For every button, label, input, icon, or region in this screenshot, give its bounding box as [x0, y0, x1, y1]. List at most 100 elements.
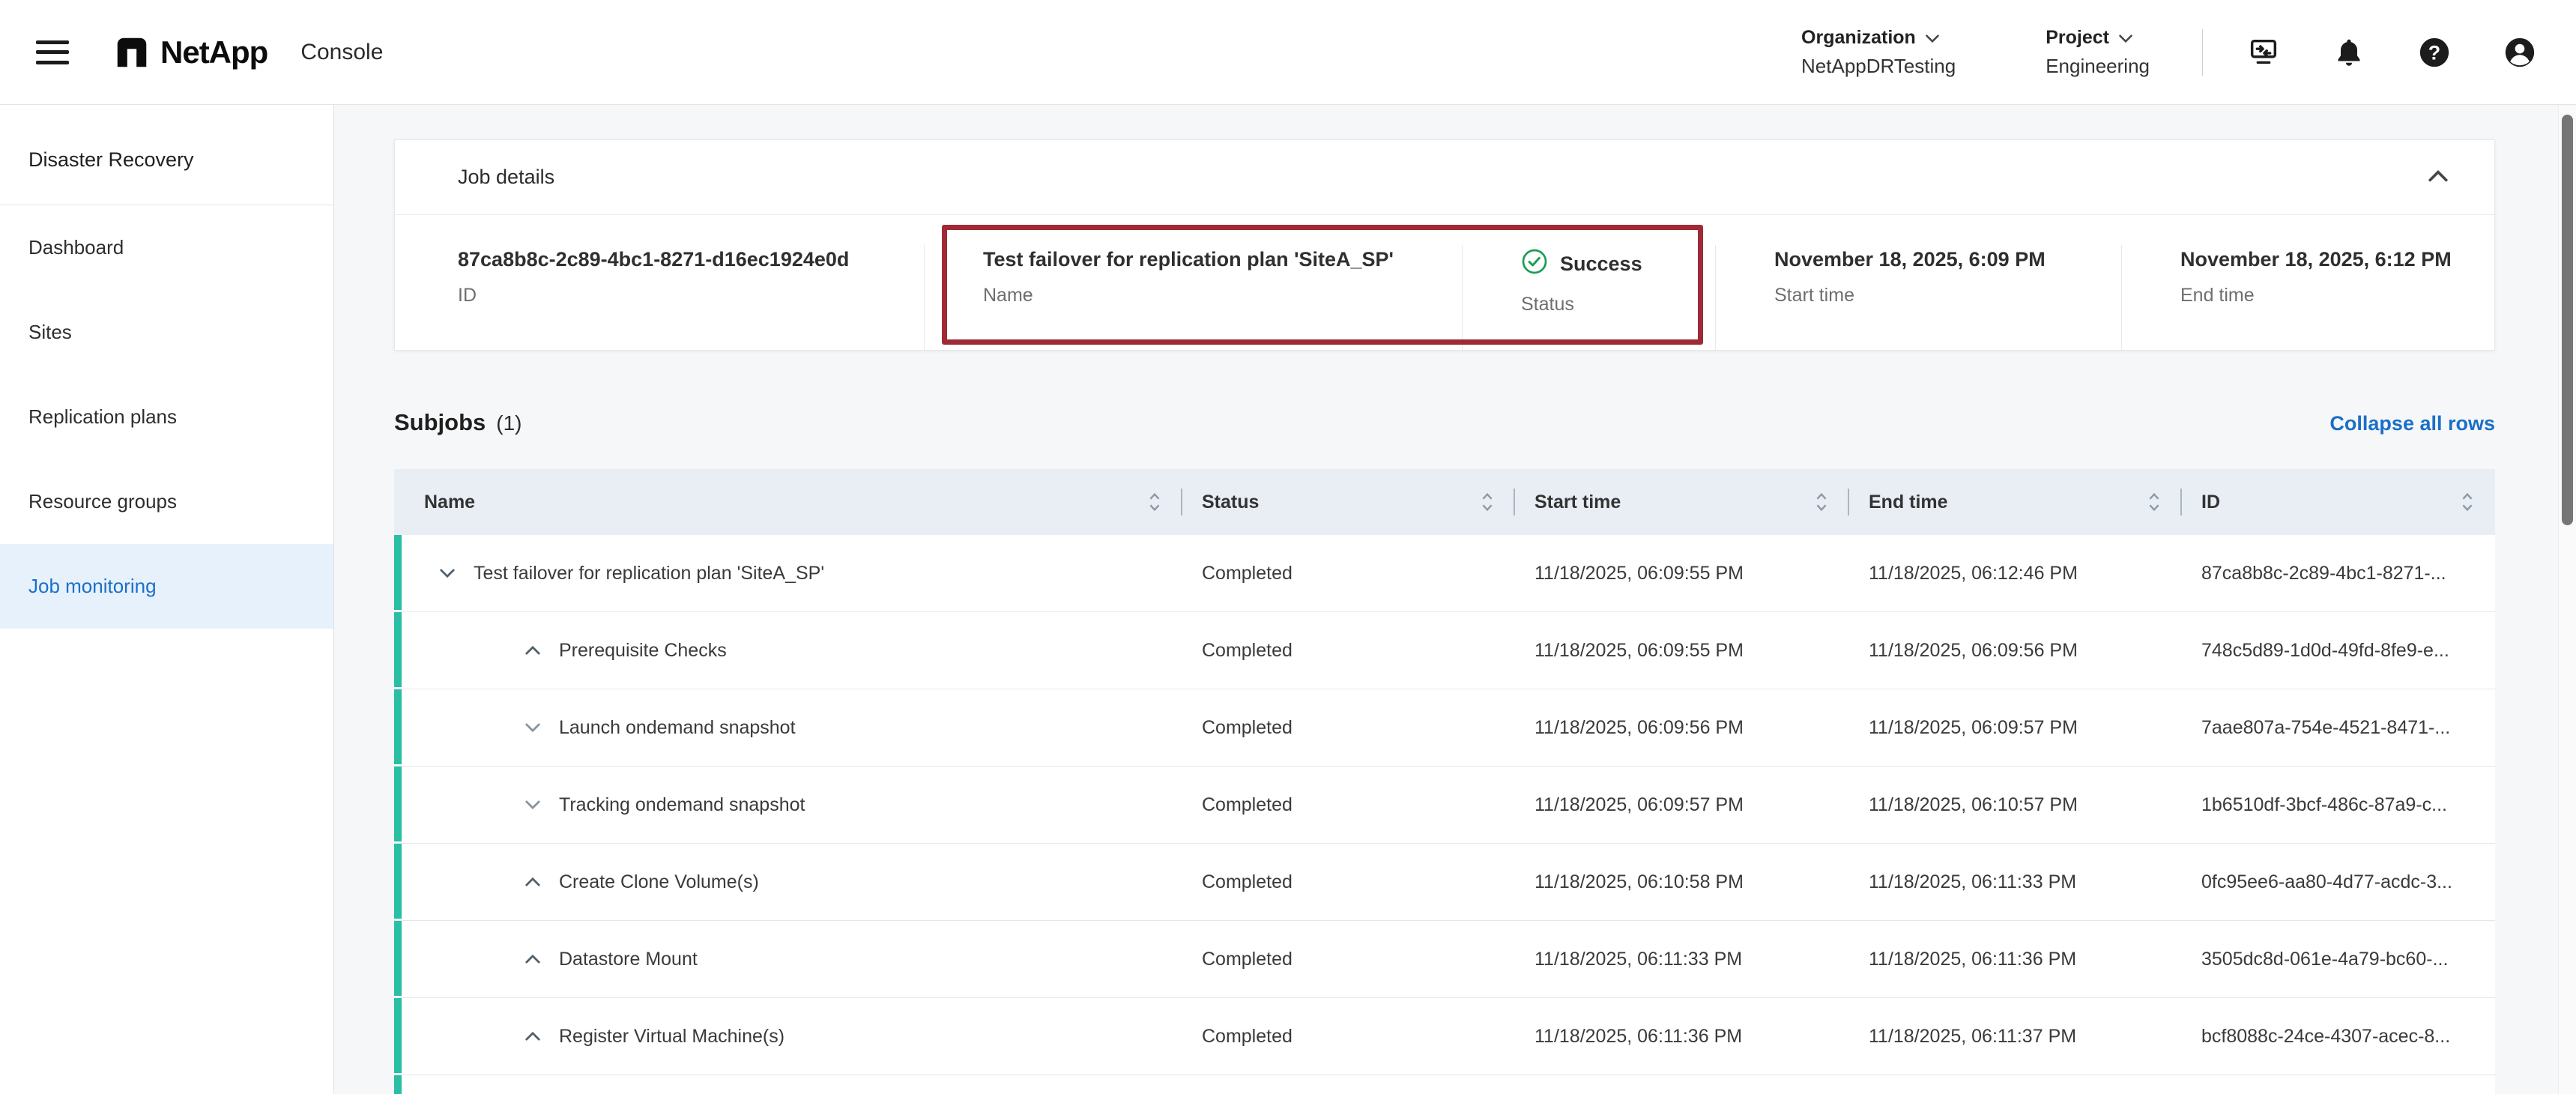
subjob-start-time: 11/18/2025, 06:09:55 PM: [1515, 535, 1849, 611]
console-connector-icon[interactable]: [2246, 35, 2281, 70]
sort-icon[interactable]: [2459, 489, 2476, 516]
expand-chevron-icon[interactable]: [520, 795, 545, 815]
project-value: Engineering: [2046, 55, 2150, 78]
job-id-value: 87ca8b8c-2c89-4bc1-8271-d16ec1924e0d: [458, 248, 901, 271]
subjob-status: Completed: [1182, 767, 1515, 843]
subjob-name: Register Virtual Machine(s): [559, 1026, 784, 1048]
field-end-time: November 18, 2025, 6:12 PM End time: [2121, 245, 2494, 350]
expand-chevron-icon[interactable]: [520, 1027, 545, 1046]
header-divider: [2202, 29, 2203, 76]
subjob-id: 7aae807a-754e-4521-8471-...: [2182, 689, 2495, 766]
table-row[interactable]: Datastore Mount Completed 11/18/2025, 06…: [394, 921, 2495, 998]
subjob-start-time: 11/18/2025, 06:09:57 PM: [1515, 767, 1849, 843]
column-label: End time: [1869, 492, 1948, 513]
field-name: Test failover for replication plan 'Site…: [924, 245, 1462, 350]
column-header-status[interactable]: Status: [1182, 469, 1515, 535]
sort-icon[interactable]: [1813, 489, 1830, 516]
organization-switcher[interactable]: Organization NetAppDRTesting: [1801, 27, 1956, 78]
column-label: Status: [1202, 492, 1259, 513]
job-end-label: End time: [2180, 285, 2472, 306]
table-row[interactable]: Create Clone Volume(s) Completed 11/18/2…: [394, 844, 2495, 921]
job-status-value: Success: [1560, 253, 1642, 276]
subjobs-title: Subjobs: [394, 409, 486, 436]
job-start-value: November 18, 2025, 6:09 PM: [1774, 248, 2099, 271]
table-row[interactable]: Prerequisite Checks Completed 11/18/2025…: [394, 612, 2495, 689]
subjob-id: 0fc95ee6-aa80-4d77-acdc-3...: [2182, 844, 2495, 920]
netapp-mark-icon: [115, 36, 148, 69]
notifications-bell-icon[interactable]: [2332, 35, 2366, 70]
subjob-id: 1b6510df-3bcf-486c-87a9-c...: [2182, 767, 2495, 843]
column-label: Start time: [1535, 492, 1621, 513]
column-header-start-time[interactable]: Start time: [1515, 469, 1849, 535]
sort-icon[interactable]: [1479, 489, 1496, 516]
sidebar-item-label: Job monitoring: [28, 575, 157, 598]
sidebar-item-replication-plans[interactable]: Replication plans: [0, 375, 333, 459]
subjob-status: Completed: [1182, 844, 1515, 920]
help-icon[interactable]: ?: [2417, 35, 2452, 70]
expand-chevron-icon[interactable]: [520, 641, 545, 660]
job-details-title: Job details: [458, 166, 554, 189]
collapse-all-rows-link[interactable]: Collapse all rows: [2329, 412, 2495, 435]
job-id-label: ID: [458, 285, 901, 306]
sort-icon[interactable]: [2146, 489, 2162, 516]
subjob-name: Tracking ondemand snapshot: [559, 794, 805, 816]
subjob-id: 87ca8b8c-2c89-4bc1-8271-...: [2182, 535, 2495, 611]
field-status: Success Status: [1462, 245, 1715, 350]
sidebar-item-label: Dashboard: [28, 236, 124, 259]
expand-chevron-icon[interactable]: [520, 718, 545, 737]
sidebar-title: Disaster Recovery: [0, 105, 333, 205]
column-header-name[interactable]: Name: [394, 469, 1182, 535]
expand-chevron-icon[interactable]: [520, 949, 545, 969]
subjob-start-time: 11/18/2025, 06:09:55 PM: [1515, 612, 1849, 689]
menu-icon[interactable]: [36, 40, 69, 64]
subjob-status: Completed: [1182, 535, 1515, 611]
table-row[interactable]: Register Virtual Machine(s) Completed 11…: [394, 998, 2495, 1075]
subjob-start-time: 11/18/2025, 06:11:33 PM: [1515, 921, 1849, 997]
subjob-end-time: 11/18/2025, 06:11:37 PM: [1849, 998, 2182, 1075]
sort-icon[interactable]: [1146, 489, 1163, 516]
subjob-status: Completed: [1182, 689, 1515, 766]
project-switcher[interactable]: Project Engineering: [2046, 27, 2150, 78]
subjob-start-time: 11/18/2025, 06:10:58 PM: [1515, 844, 1849, 920]
organization-label: Organization: [1801, 27, 1916, 49]
job-name-label: Name: [983, 285, 1439, 306]
sidebar-item-sites[interactable]: Sites: [0, 290, 333, 375]
sidebar-item-label: Replication plans: [28, 405, 177, 429]
sidebar-item-label: Resource groups: [28, 490, 177, 513]
subjob-end-time: 11/18/2025, 06:10:57 PM: [1849, 767, 2182, 843]
column-label: ID: [2201, 492, 2220, 513]
column-header-end-time[interactable]: End time: [1849, 469, 2182, 535]
subjob-id: 3505dc8d-061e-4a79-bc60-...: [2182, 921, 2495, 997]
table-row[interactable]: Tracking ondemand snapshot Completed 11/…: [394, 767, 2495, 844]
subjob-end-time: 11/18/2025, 06:09:56 PM: [1849, 612, 2182, 689]
expand-chevron-icon[interactable]: [435, 563, 460, 583]
subjobs-count: (1): [496, 411, 521, 435]
subjob-id: bcf8088c-24ce-4307-acec-8...: [2182, 998, 2495, 1075]
job-name-value: Test failover for replication plan 'Site…: [983, 248, 1439, 271]
main-content: Job details 87ca8b8c-2c89-4bc1-8271-d16e…: [334, 105, 2576, 1094]
netapp-logo: NetApp: [115, 34, 267, 70]
account-icon[interactable]: [2503, 35, 2537, 70]
collapse-panel-chevron-up-icon[interactable]: [2421, 163, 2455, 191]
table-row[interactable]: Test failover for replication plan 'Site…: [394, 535, 2495, 612]
field-start-time: November 18, 2025, 6:09 PM Start time: [1715, 245, 2121, 350]
expand-chevron-icon[interactable]: [520, 872, 545, 892]
header-actions: ?: [2246, 35, 2537, 70]
subjob-end-time: 11/18/2025, 06:11:36 PM: [1849, 921, 2182, 997]
organization-value: NetAppDRTesting: [1801, 55, 1956, 78]
job-details-fields: 87ca8b8c-2c89-4bc1-8271-d16ec1924e0d ID …: [395, 215, 2494, 350]
table-row[interactable]: Launch ondemand snapshot Completed 11/18…: [394, 689, 2495, 767]
app-root: NetApp Console Organization NetAppDRTest…: [0, 0, 2576, 1094]
subjob-start-time: 11/18/2025, 06:11:36 PM: [1515, 998, 1849, 1075]
sidebar-item-resource-groups[interactable]: Resource groups: [0, 459, 333, 544]
sidebar-item-job-monitoring[interactable]: Job monitoring: [0, 544, 333, 629]
subjob-status: Completed: [1182, 998, 1515, 1075]
success-check-icon: [1521, 248, 1548, 280]
sidebar-item-label: Sites: [28, 321, 72, 344]
table-row-partial: [394, 1075, 2495, 1094]
scrollbar-thumb[interactable]: [2562, 115, 2573, 525]
subjob-start-time: 11/18/2025, 06:09:56 PM: [1515, 689, 1849, 766]
sidebar-item-dashboard[interactable]: Dashboard: [0, 205, 333, 290]
vertical-scrollbar[interactable]: [2558, 106, 2576, 1094]
column-header-id[interactable]: ID: [2182, 469, 2495, 535]
